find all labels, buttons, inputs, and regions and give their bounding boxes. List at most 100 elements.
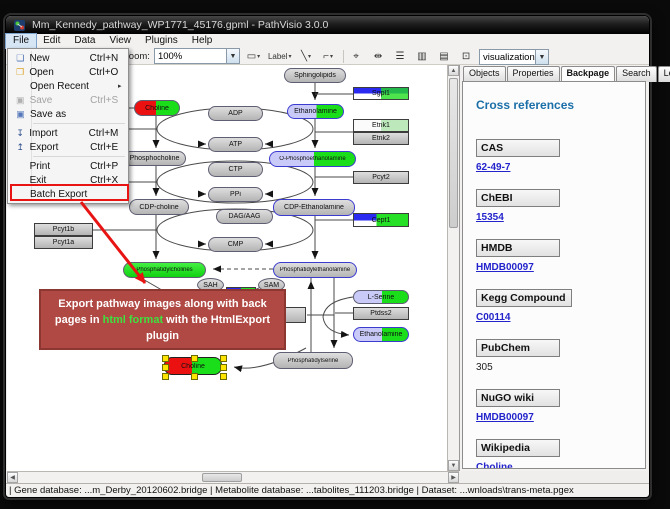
node-sgpl1[interactable]: Sgpl1 [353,87,409,100]
title-bar[interactable]: Mm_Kennedy_pathway_WP1771_45176.gpml - P… [6,16,649,34]
canvas-vertical-scrollbar[interactable]: ▲ ▼ [447,65,459,471]
connector-tool-button[interactable]: ⌐▾ [319,49,338,63]
menu-item-print[interactable]: Print Ctrl+P [9,159,127,173]
node-choline-top[interactable]: Choline [134,100,180,116]
menu-item-save[interactable]: ▣ Save Ctrl+S [9,93,127,107]
node-l-serine[interactable]: L-Serine [353,290,409,304]
node-label: Sphingolipids [285,72,345,79]
node-o-phosphoethanolamine[interactable]: O-Phosphoethanolamine [269,151,356,167]
node-ptdss2[interactable]: Ptdss2 [353,307,409,320]
menubar-item-edit[interactable]: Edit [36,34,67,48]
datanode-tool-button[interactable]: ▭▾ [244,49,263,63]
menubar-item-view[interactable]: View [102,34,138,48]
node-cmp[interactable]: CMP [208,237,263,252]
menubar-item-plugins[interactable]: Plugins [138,34,185,48]
xref-wikipedia: Wikipedia Choline [476,438,645,469]
node-label: ATP [209,141,262,148]
node-gene-partial[interactable] [284,307,306,323]
node-phosphatidylcholines[interactable]: Phosphatidylcholines [123,262,206,278]
toolbar-button-icon: ▭ [247,51,256,62]
selection-handle[interactable] [220,364,227,371]
xref-id-link[interactable]: C00114 [476,312,510,323]
distribute-vertical-button[interactable]: ☰▾ [393,49,412,63]
label-tool-button[interactable]: Label▾ [266,49,294,63]
tab-legend[interactable]: Legend [658,66,670,82]
horizontal-scroll-thumb[interactable] [202,473,242,482]
node-phosphatidylethanolamine[interactable]: Phosphatidylethanolamine [273,262,357,278]
toolbar-separator[interactable]: ▾ [343,50,344,63]
node-label: Ptdss2 [354,310,408,317]
xref-id-link[interactable]: 15354 [476,212,504,223]
scroll-up-icon[interactable]: ▲ [448,65,459,76]
node-pcyt1a[interactable]: Pcyt1a [34,236,93,249]
selection-handle[interactable] [162,364,169,371]
node-ppi[interactable]: PPi [208,187,263,202]
node-cept1[interactable]: Cept1 [353,213,409,227]
menu-item-label: Save as [30,109,92,120]
distribute-horizontal-button[interactable]: ▥▾ [415,49,434,63]
node-ethanolamine-bottom[interactable]: Ethanolamine [353,327,409,342]
align-vertical-center-button[interactable]: ⌖▾ [349,49,368,63]
node-label: Phosphatidylcholines [124,267,205,273]
tab-backpage[interactable]: Backpage [561,66,616,82]
node-label: O-Phosphoethanolamine [270,156,355,162]
menu-item-icon: ❏ [11,53,29,64]
chevron-down-icon: ▾ [330,53,333,60]
menu-item-save-as[interactable]: ▣ Save as [9,107,127,121]
status-bar: | Gene database: ...m_Derby_20120602.bri… [6,483,649,496]
node-atp[interactable]: ATP [208,137,263,152]
node-pcyt2[interactable]: Pcyt2 [353,171,409,184]
xref-id-link[interactable]: Choline [476,462,513,469]
xref-id-link[interactable]: 62-49-7 [476,162,510,173]
node-dag[interactable]: DAG/AAG [216,209,273,224]
common-size-button[interactable]: ▤▾ [437,49,456,63]
selection-button[interactable]: ⊡▾ [459,49,478,63]
xref-id-link[interactable]: 305 [476,362,493,373]
node-pcyt1b[interactable]: Pcyt1b [34,223,93,236]
align-horizontal-center-button[interactable]: ⇹▾ [371,49,390,63]
node-ethanolamine-top[interactable]: Ethanolamine [287,104,344,119]
node-choline-selected[interactable]: Choline [164,357,222,375]
node-etnk2[interactable]: Etnk2 [353,132,409,145]
scroll-left-icon[interactable]: ◀ [7,472,18,483]
selection-handle[interactable] [162,355,169,362]
scroll-right-icon[interactable]: ▶ [448,472,459,483]
selection-handle[interactable] [220,355,227,362]
chevron-down-icon[interactable]: ▼ [535,50,548,64]
node-phosphocholine[interactable]: Phosphocholine [123,151,186,166]
toolbar-button-icon: Label [268,52,288,61]
menu-item-import[interactable]: ↧ Import Ctrl+M [9,126,127,140]
selection-handle[interactable] [220,373,227,380]
selection-handle[interactable] [191,373,198,380]
menu-item-open-recent[interactable]: Open Recent ▸ [9,79,127,93]
chevron-down-icon[interactable]: ▼ [226,49,239,63]
menubar-item-help[interactable]: Help [185,34,220,48]
line-tool-button[interactable]: ╲▾ [297,49,316,63]
node-ctp[interactable]: CTP [208,162,263,177]
node-sphingolipids[interactable]: Sphingolipids [284,68,346,83]
canvas-horizontal-scrollbar[interactable]: ◀ ▶ [7,471,459,483]
scroll-down-icon[interactable]: ▼ [448,460,459,471]
node-adp[interactable]: ADP [208,106,263,121]
node-etnk1[interactable]: Etnk1 [353,119,409,132]
menu-item-export[interactable]: ↥ Export Ctrl+E [9,140,127,154]
menu-item-new[interactable]: ❏ New Ctrl+N [9,51,127,65]
toolbar-button-icon: ▥ [417,51,426,62]
tab-properties[interactable]: Properties [507,66,560,82]
tab-search[interactable]: Search [616,66,657,82]
selection-handle[interactable] [191,355,198,362]
menubar-item-file[interactable]: File [6,34,36,48]
xref-id-link[interactable]: HMDB00097 [476,262,534,273]
vertical-scroll-thumb[interactable] [449,78,458,228]
node-cdp-choline[interactable]: CDP-choline [129,199,189,215]
selection-handle[interactable] [162,373,169,380]
node-label: Pcyt2 [354,174,408,181]
node-cdp-ethanolamine[interactable]: CDP-Ethanolamine [273,199,355,216]
zoom-combobox[interactable]: 100% ▼ [154,48,240,64]
menubar-item-data[interactable]: Data [67,34,102,48]
node-phosphatidylserine[interactable]: Phosphatidylserine [273,352,353,369]
xref-id-link[interactable]: HMDB00097 [476,412,534,423]
visualization-combobox[interactable]: visualization ▼ [479,49,549,65]
menu-item-open[interactable]: ❒ Open Ctrl+O [9,65,127,79]
tab-objects[interactable]: Objects [463,66,506,82]
